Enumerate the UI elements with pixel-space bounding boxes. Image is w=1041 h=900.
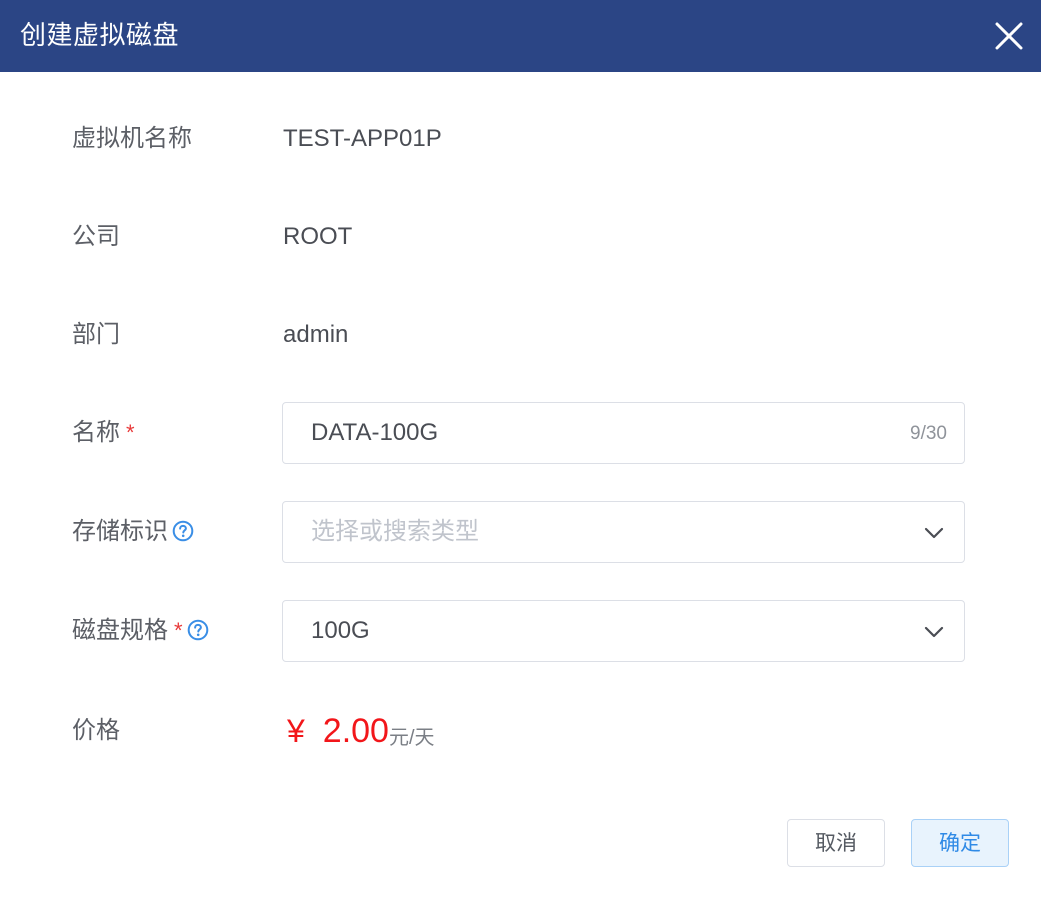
row-name: 名称 * DATA-100G 9/30 <box>0 402 1041 464</box>
row-department: 部门 admin <box>0 304 1041 366</box>
disk-spec-label-text: 磁盘规格 <box>72 617 168 644</box>
create-virtual-disk-dialog: 创建虚拟磁盘 虚拟机名称 TEST-APP01P 公司 ROOT 部门 admi… <box>0 0 1041 900</box>
name-label: 名称 * <box>72 402 135 464</box>
close-icon <box>995 22 1023 50</box>
price-label: 价格 <box>72 717 120 744</box>
disk-spec-select[interactable]: 100G <box>282 600 965 662</box>
row-company: 公司 ROOT <box>0 206 1041 268</box>
confirm-button[interactable]: 确定 <box>911 819 1009 867</box>
storage-tag-label: 存储标识 <box>72 501 194 563</box>
cancel-button[interactable]: 取消 <box>787 819 885 867</box>
dialog-title: 创建虚拟磁盘 <box>20 20 180 50</box>
price-amount: 2.00 <box>322 712 389 750</box>
name-input[interactable]: DATA-100G 9/30 <box>282 402 965 464</box>
row-vm-name: 虚拟机名称 TEST-APP01P <box>0 108 1041 170</box>
row-price: 价格 ¥2.00元/天 <box>0 700 1041 762</box>
name-input-value: DATA-100G <box>311 419 439 446</box>
row-storage-tag: 存储标识 选择或搜索类型 <box>0 501 1041 563</box>
required-mark: * <box>174 618 183 643</box>
chevron-down-icon <box>924 626 944 638</box>
price-unit: 元/天 <box>388 727 435 749</box>
disk-spec-label: 磁盘规格 * <box>72 600 209 662</box>
price-display: ¥2.00元/天 <box>287 700 435 762</box>
storage-tag-label-text: 存储标识 <box>72 518 168 545</box>
question-circle-icon[interactable] <box>172 520 194 542</box>
storage-tag-select[interactable]: 选择或搜索类型 <box>282 501 965 563</box>
dialog-header: 创建虚拟磁盘 <box>0 0 1041 72</box>
department-value: admin <box>283 321 349 348</box>
name-char-counter: 9/30 <box>910 423 947 444</box>
row-disk-spec: 磁盘规格 * 100G <box>0 600 1041 662</box>
name-label-text: 名称 <box>72 419 120 446</box>
disk-spec-value: 100G <box>311 617 370 644</box>
vm-name-label: 虚拟机名称 <box>72 125 192 152</box>
vm-name-value: TEST-APP01P <box>283 125 442 152</box>
required-mark: * <box>126 420 135 445</box>
question-circle-icon[interactable] <box>187 619 209 641</box>
company-label: 公司 <box>72 223 120 250</box>
department-label: 部门 <box>72 321 120 348</box>
price-currency: ¥ <box>287 713 305 749</box>
close-button[interactable] <box>987 14 1031 58</box>
storage-tag-placeholder: 选择或搜索类型 <box>311 518 479 545</box>
company-value: ROOT <box>283 223 353 250</box>
chevron-down-icon <box>924 527 944 539</box>
